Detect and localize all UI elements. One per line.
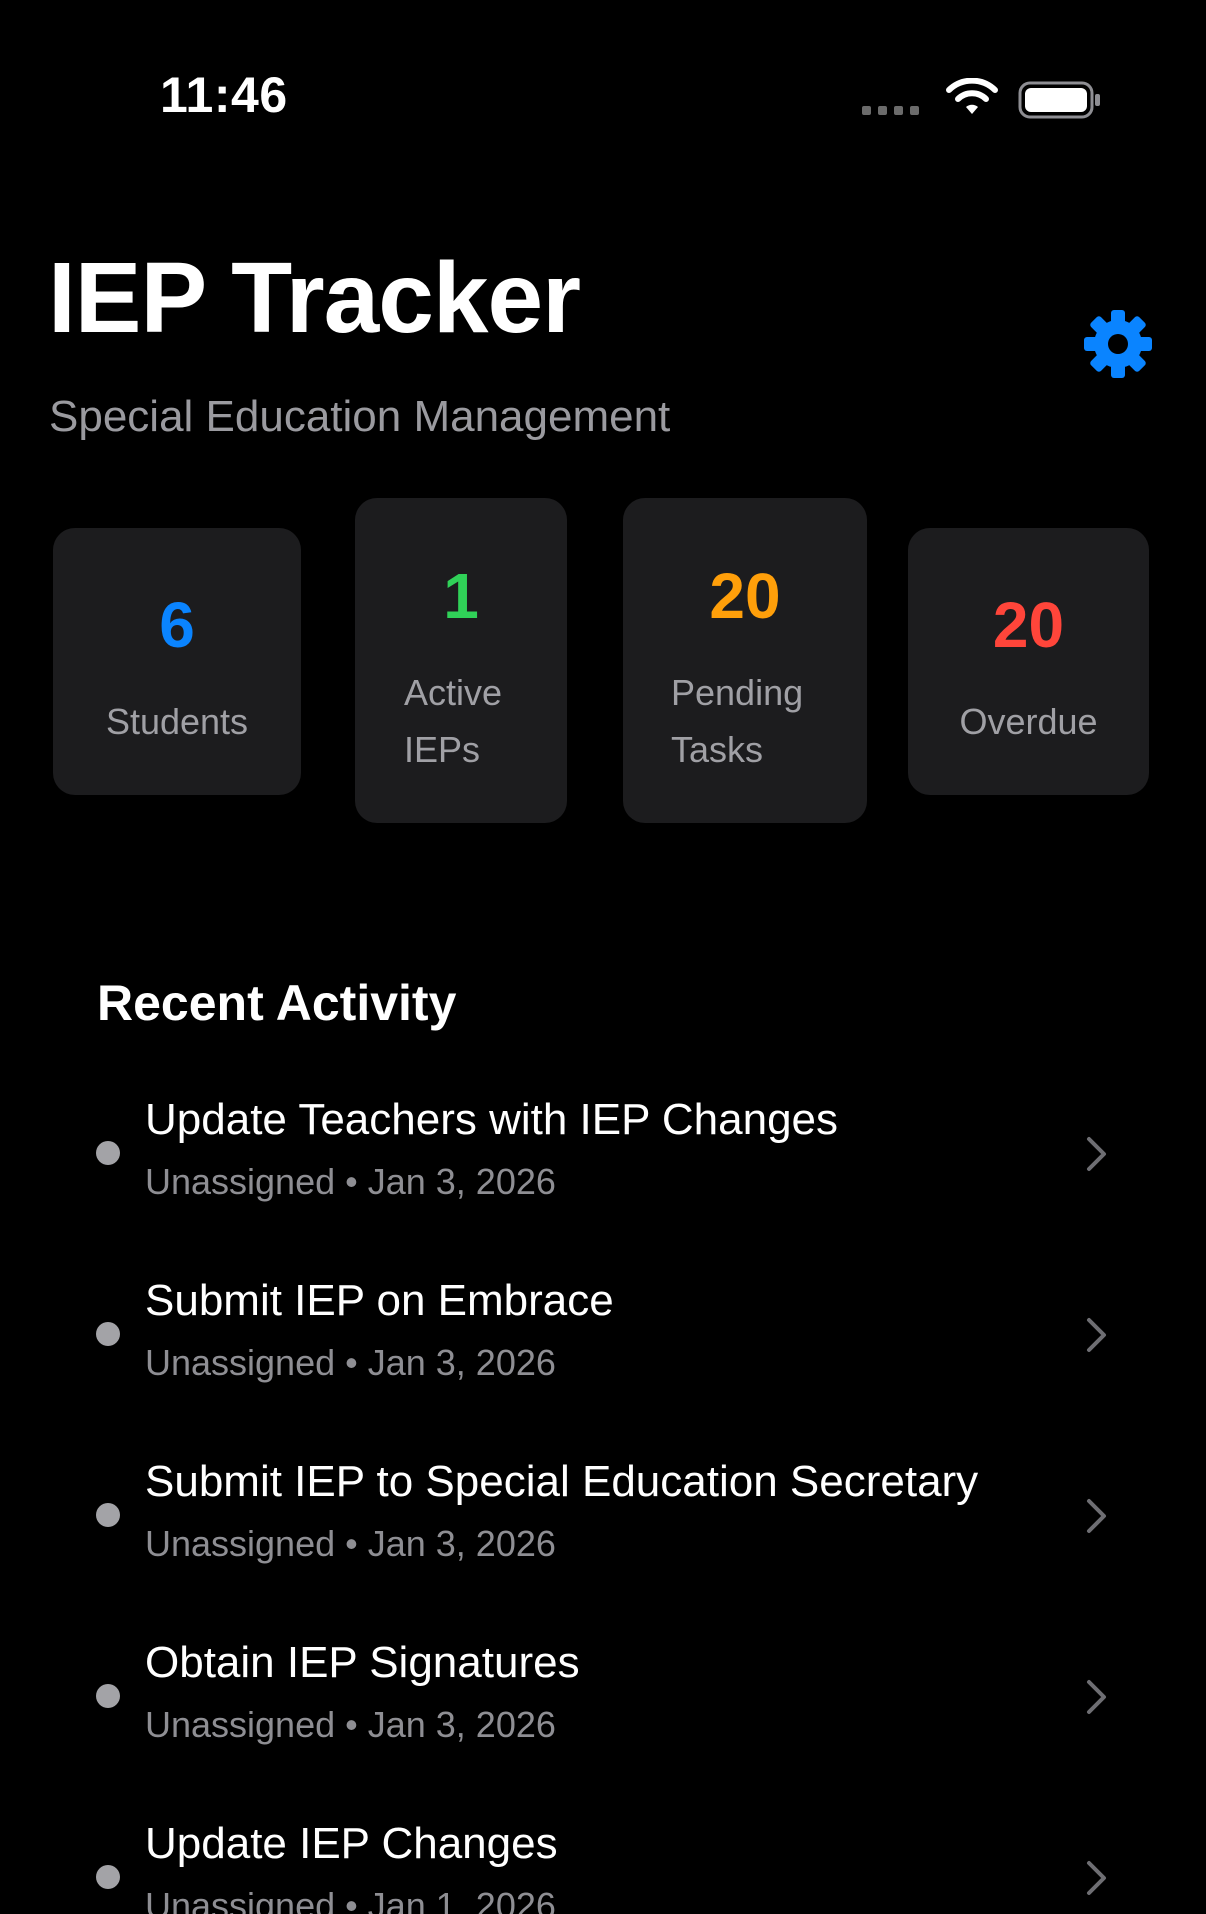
stat-value: 20 <box>992 589 1065 661</box>
list-item[interactable]: Submit IEP to Special Education Secretar… <box>80 1456 1130 1616</box>
stat-card-pending-tasks[interactable]: 20 Pending Tasks <box>623 498 867 823</box>
activity-title: Submit IEP on Embrace <box>145 1276 614 1325</box>
stat-card-students[interactable]: 6 Students <box>53 528 301 795</box>
stat-value: 20 <box>709 560 781 632</box>
activity-title: Obtain IEP Signatures <box>145 1638 580 1687</box>
stat-label: Overdue <box>959 701 1098 742</box>
activity-meta: Unassigned • Jan 1, 2026 <box>145 1884 556 1914</box>
stat-card-overdue[interactable]: 20 Overdue <box>908 528 1149 795</box>
activity-title: Update Teachers with IEP Changes <box>145 1095 839 1144</box>
chevron-right-icon <box>1087 1680 1106 1714</box>
activity-date: Jan 3, 2026 <box>367 1342 556 1383</box>
wifi-icon <box>946 78 998 114</box>
activity-assignee: Unassigned <box>145 1523 336 1564</box>
activity-title: Update IEP Changes <box>145 1819 558 1868</box>
activity-assignee: Unassigned <box>145 1885 336 1914</box>
activity-assignee: Unassigned <box>145 1704 336 1745</box>
chevron-right-icon <box>1087 1861 1106 1895</box>
meta-separator: • <box>345 1161 358 1202</box>
stat-card-active-ieps[interactable]: 1 Active IEPs <box>355 498 567 823</box>
activity-date: Jan 3, 2026 <box>367 1523 556 1564</box>
status-dot <box>96 1865 120 1889</box>
gear-icon <box>1084 310 1152 378</box>
list-item[interactable]: Update Teachers with IEP Changes Unassig… <box>80 1094 1130 1254</box>
list-item[interactable]: Submit IEP on Embrace Unassigned • Jan 3, … <box>80 1275 1130 1435</box>
list-item[interactable]: Obtain IEP Signatures Unassigned • Jan 3, … <box>80 1637 1130 1797</box>
activity-assignee: Unassigned <box>145 1161 336 1202</box>
page-title: IEP Tracker <box>48 242 581 354</box>
stat-label: Students <box>105 701 249 742</box>
activity-meta: Unassigned • Jan 3, 2026 <box>145 1703 556 1746</box>
stat-label: Pending <box>671 672 804 713</box>
activity-meta: Unassigned • Jan 3, 2026 <box>145 1160 556 1203</box>
status-indicators <box>862 78 1102 122</box>
activity-date: Jan 1, 2026 <box>367 1885 556 1914</box>
status-dot <box>96 1684 120 1708</box>
stat-label: Active <box>404 672 503 713</box>
battery-icon <box>1018 81 1100 119</box>
meta-separator: • <box>345 1523 358 1564</box>
stat-label: IEPs <box>404 729 481 770</box>
stat-value: 6 <box>159 589 195 661</box>
page-subtitle: Special Education Management <box>49 392 671 441</box>
list-item[interactable]: Update IEP Changes Unassigned • Jan 1, 202… <box>80 1818 1130 1914</box>
stat-value: 1 <box>443 560 479 632</box>
section-title-recent-activity: Recent Activity <box>97 975 457 1031</box>
activity-meta: Unassigned • Jan 3, 2026 <box>145 1341 556 1384</box>
chevron-right-icon <box>1087 1318 1106 1352</box>
stat-label: Tasks <box>671 729 764 770</box>
status-dot <box>96 1322 120 1346</box>
status-time: 11:46 <box>160 67 288 123</box>
status-dot <box>96 1141 120 1165</box>
activity-title: Submit IEP to Special Education Secretar… <box>145 1457 979 1506</box>
settings-button[interactable] <box>1080 306 1156 382</box>
meta-separator: • <box>345 1704 358 1745</box>
cellular-signal-icon <box>862 106 919 115</box>
status-dot <box>96 1503 120 1527</box>
chevron-right-icon <box>1087 1499 1106 1533</box>
activity-assignee: Unassigned <box>145 1342 336 1383</box>
activity-date: Jan 3, 2026 <box>367 1704 556 1745</box>
meta-separator: • <box>345 1885 358 1914</box>
meta-separator: • <box>345 1342 358 1383</box>
chevron-right-icon <box>1087 1137 1106 1171</box>
activity-date: Jan 3, 2026 <box>367 1161 556 1202</box>
activity-meta: Unassigned • Jan 3, 2026 <box>145 1522 556 1565</box>
